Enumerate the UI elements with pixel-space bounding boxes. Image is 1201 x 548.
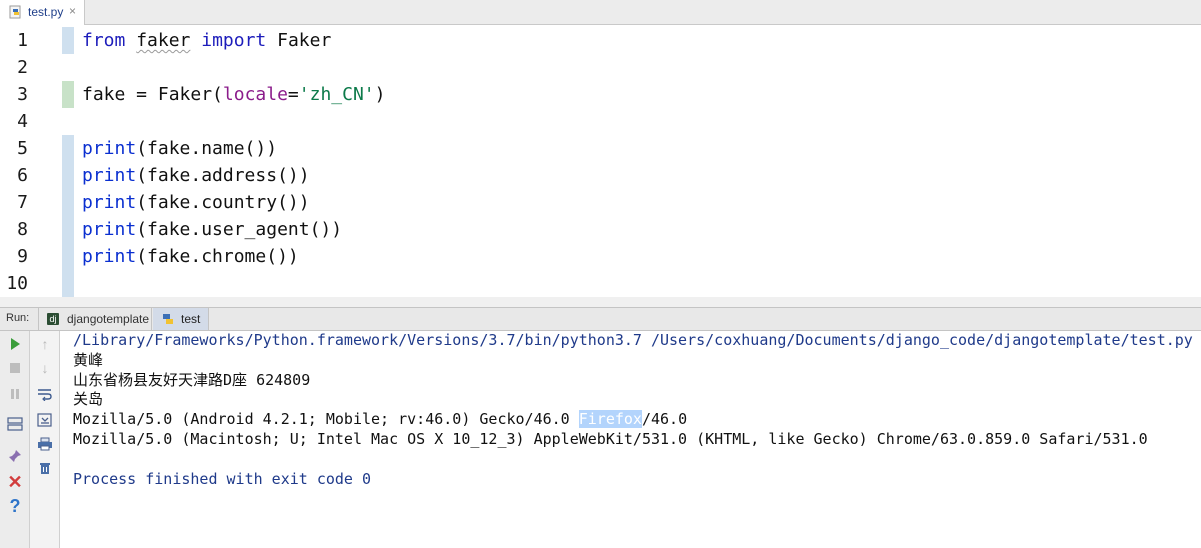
module-name: faker xyxy=(136,30,191,51)
up-arrow-icon[interactable]: ↑ xyxy=(30,333,60,355)
run-console[interactable]: /Library/Frameworks/Python.framework/Ver… xyxy=(60,331,1201,548)
panel-splitter[interactable] xyxy=(0,297,1201,307)
line-number: 8 xyxy=(17,219,28,240)
selected-text[interactable]: Firefox xyxy=(578,410,642,428)
run-tab-djangotemplate[interactable]: dj djangotemplate xyxy=(38,308,152,330)
editor-tab-bar: test.py × xyxy=(0,0,1201,25)
line-number: 6 xyxy=(17,165,28,186)
code-line-6: print(fake.address()) xyxy=(82,162,310,189)
code-line-1: from faker import Faker xyxy=(82,27,331,54)
keyword-argument: locale xyxy=(222,84,288,105)
line-number: 5 xyxy=(17,138,28,159)
editor-tab-test-py[interactable]: test.py × xyxy=(0,0,85,25)
python-file-icon xyxy=(9,5,21,19)
run-tool-window-header: Run: dj djangotemplate test xyxy=(0,307,1201,331)
string-literal: 'zh_CN' xyxy=(298,84,375,105)
builtin-function: print xyxy=(82,192,137,213)
run-toolbar-secondary: ↑ ↓ xyxy=(30,331,60,548)
pin-icon[interactable] xyxy=(0,445,30,467)
console-command-line[interactable]: /Library/Frameworks/Python.framework/Ver… xyxy=(73,330,1193,350)
code-text: = xyxy=(287,84,299,105)
help-icon[interactable]: ? xyxy=(0,495,30,517)
soft-wrap-icon[interactable] xyxy=(30,383,60,405)
console-output-line: 关岛 xyxy=(73,390,104,408)
console-text: /46.0 xyxy=(641,410,688,428)
builtin-function: print xyxy=(82,138,137,159)
code-text: ) xyxy=(374,84,386,105)
line-number: 7 xyxy=(17,192,28,213)
code-text: (fake.address()) xyxy=(136,165,310,186)
code-editor[interactable]: 1 2 3 4 5 6 7 8 9 10 11 from faker impor… xyxy=(0,25,1201,297)
code-line-7: print(fake.country()) xyxy=(82,189,310,216)
code-line-3: fake = Faker(locale='zh_CN') xyxy=(82,81,385,108)
console-output-line: Mozilla/5.0 (Macintosh; U; Intel Mac OS … xyxy=(73,430,1148,448)
run-tab-label: test xyxy=(181,312,201,326)
console-output-line: Mozilla/5.0 (Android 4.2.1; Mobile; rv:4… xyxy=(73,409,687,429)
code-text: (fake.country()) xyxy=(136,192,310,213)
rerun-icon[interactable] xyxy=(0,333,30,355)
python-icon xyxy=(163,314,173,324)
change-marker[interactable] xyxy=(62,135,74,297)
code-text: (fake.chrome()) xyxy=(136,246,299,267)
console-output-line: 黄峰 xyxy=(73,351,104,369)
stop-icon[interactable] xyxy=(0,357,30,379)
builtin-function: print xyxy=(82,219,137,240)
run-tab-test[interactable]: test xyxy=(153,308,209,330)
print-icon[interactable] xyxy=(30,433,60,455)
change-marker[interactable] xyxy=(62,81,74,108)
code-text: (fake.user_agent()) xyxy=(136,219,343,240)
keyword: from xyxy=(82,30,126,51)
code-text: (fake.name()) xyxy=(136,138,278,159)
run-toolbar-primary: ✕ ? xyxy=(0,331,30,548)
code-line-9: print(fake.chrome()) xyxy=(82,243,299,270)
console-exit-message: Process finished with exit code 0 xyxy=(73,470,372,488)
pause-icon[interactable] xyxy=(0,383,30,405)
line-number: 4 xyxy=(17,111,28,132)
line-gutter: 1 2 3 4 5 6 7 8 9 10 11 xyxy=(0,25,62,297)
trash-icon[interactable] xyxy=(30,457,60,479)
layout-icon[interactable] xyxy=(0,413,30,435)
code-line-8: print(fake.user_agent()) xyxy=(82,216,342,243)
run-label: Run: xyxy=(6,312,30,324)
console-text: Mozilla/5.0 (Android 4.2.1; Mobile; rv:4… xyxy=(73,410,579,428)
close-icon[interactable]: ✕ xyxy=(0,471,30,493)
scroll-to-end-icon[interactable] xyxy=(30,409,60,431)
line-number: 10 xyxy=(6,273,28,294)
code-text: fake = Faker( xyxy=(82,84,223,105)
line-number: 9 xyxy=(17,246,28,267)
change-marker[interactable] xyxy=(62,27,74,54)
console-output-line: 山东省杨县友好天津路D座 624809 xyxy=(73,371,311,389)
django-icon: dj xyxy=(47,313,59,325)
builtin-function: print xyxy=(82,165,137,186)
line-number: 1 xyxy=(17,30,28,51)
line-number: 3 xyxy=(17,84,28,105)
down-arrow-icon[interactable]: ↓ xyxy=(30,357,60,379)
editor-tab-label: test.py xyxy=(28,5,64,19)
code-line-5: print(fake.name()) xyxy=(82,135,277,162)
close-icon[interactable]: × xyxy=(69,4,76,18)
identifier: Faker xyxy=(277,30,332,51)
line-number: 2 xyxy=(17,57,28,78)
keyword: import xyxy=(201,30,267,51)
run-tab-label: djangotemplate xyxy=(67,312,150,326)
builtin-function: print xyxy=(82,246,137,267)
